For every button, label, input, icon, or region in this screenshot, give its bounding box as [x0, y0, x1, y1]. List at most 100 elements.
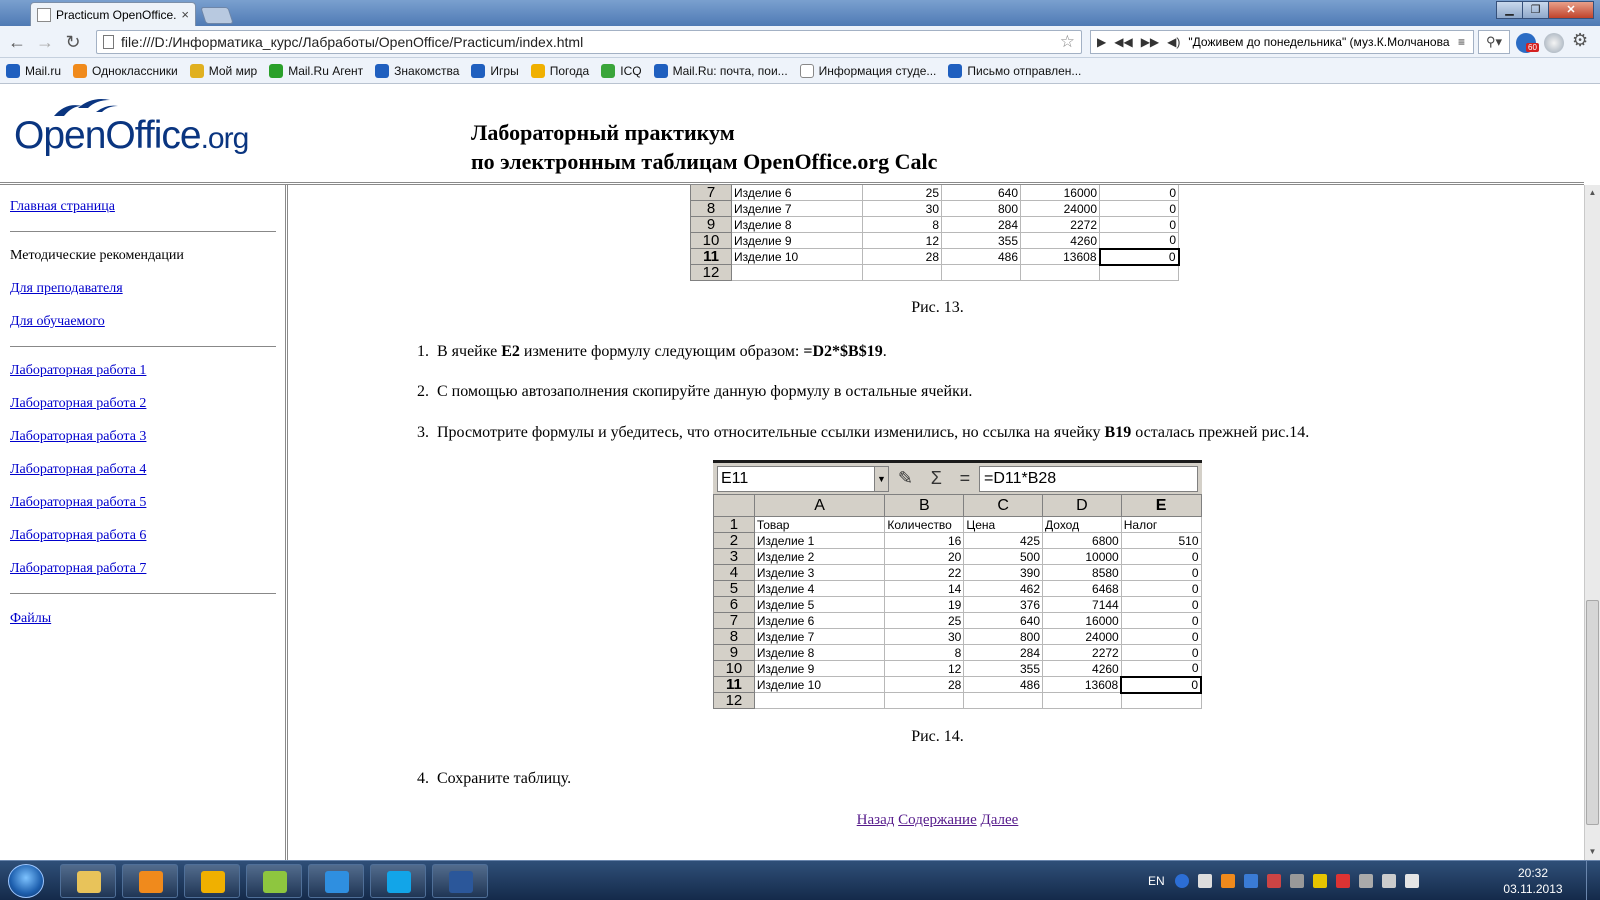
- row-header[interactable]: 2: [713, 532, 755, 549]
- sheet-cell[interactable]: [941, 264, 1021, 281]
- sheet-cell[interactable]: Цена: [963, 516, 1044, 533]
- row-header[interactable]: 10: [713, 660, 755, 677]
- sheet-cell[interactable]: 800: [941, 200, 1021, 217]
- forward-arrow-icon[interactable]: →: [34, 31, 56, 53]
- row-header[interactable]: 8: [690, 200, 732, 217]
- sidebar-item-lab-5[interactable]: Лабораторная работа 5: [10, 495, 146, 511]
- globe-extension-icon[interactable]: [1544, 33, 1564, 53]
- sheet-cell[interactable]: Изделие 9: [731, 232, 863, 249]
- sheet-cell[interactable]: 355: [963, 660, 1044, 677]
- formula-input[interactable]: =D11*B28: [979, 465, 1198, 492]
- sidebar-item-student[interactable]: Для обучаемого: [10, 314, 105, 330]
- bookmark-item[interactable]: Информация студе...: [799, 63, 936, 78]
- sheet-cell[interactable]: 0: [1098, 247, 1180, 266]
- column-header[interactable]: C: [963, 494, 1044, 517]
- sheet-cell[interactable]: Изделие 6: [731, 185, 863, 201]
- sheet-cell[interactable]: 22: [884, 564, 965, 581]
- reload-icon[interactable]: ↻: [62, 31, 84, 53]
- sheet-cell[interactable]: [862, 264, 942, 281]
- sheet-cell[interactable]: 25: [862, 185, 942, 201]
- sidebar-item-home[interactable]: Главная страница: [10, 199, 115, 215]
- row-header[interactable]: 10: [690, 232, 732, 249]
- sheet-cell[interactable]: 486: [941, 248, 1021, 265]
- sheet-cell[interactable]: [753, 692, 886, 709]
- clock[interactable]: 20:32 03.11.2013: [1498, 865, 1568, 897]
- sheet-cell[interactable]: Изделие 8: [753, 644, 886, 661]
- sheet-cell[interactable]: [1042, 692, 1122, 709]
- sidebar-item-lab-6[interactable]: Лабораторная работа 6: [10, 528, 146, 544]
- scroll-up-icon[interactable]: ▲: [1585, 185, 1600, 200]
- sheet-cell[interactable]: 8580: [1042, 564, 1122, 581]
- sheet-cell[interactable]: 0: [1099, 232, 1179, 249]
- device-icon[interactable]: [1266, 874, 1281, 888]
- pen-icon[interactable]: [1289, 874, 1304, 888]
- shield-icon[interactable]: [1312, 874, 1327, 888]
- sheet-cell[interactable]: 19: [884, 596, 965, 613]
- sidebar-item-teacher[interactable]: Для преподавателя: [10, 281, 123, 297]
- rewind-icon[interactable]: ◀◀: [1114, 31, 1132, 53]
- sheet-cell[interactable]: 16000: [1042, 612, 1122, 629]
- network-icon[interactable]: [1197, 874, 1212, 888]
- sidebar-item-files[interactable]: Файлы: [10, 611, 51, 627]
- sheet-cell[interactable]: 284: [963, 644, 1044, 661]
- row-header[interactable]: 5: [713, 580, 755, 597]
- sheet-cell[interactable]: Изделие 8: [731, 216, 863, 233]
- sheet-cell[interactable]: 16: [884, 532, 965, 549]
- row-header[interactable]: 6: [713, 596, 755, 613]
- row-header[interactable]: 9: [713, 644, 755, 661]
- sheet-cell[interactable]: 6800: [1042, 532, 1122, 549]
- bookmark-item[interactable]: Письмо отправлен...: [948, 63, 1081, 78]
- page-scrollbar[interactable]: ▲ ▼: [1584, 185, 1600, 860]
- taskbar-media-player-button[interactable]: [122, 864, 178, 898]
- bookmark-star-icon[interactable]: ☆: [1060, 31, 1075, 53]
- sheet-cell[interactable]: 25: [884, 612, 965, 629]
- chevron-down-icon[interactable]: ▼: [874, 466, 888, 491]
- sheet-cell[interactable]: 0: [1120, 564, 1202, 581]
- sheet-cell[interactable]: 0: [1120, 644, 1202, 661]
- sheet-cell[interactable]: 8: [862, 216, 942, 233]
- sheet-cell[interactable]: Изделие 7: [753, 628, 886, 645]
- bookmark-item[interactable]: Mail.Ru: почта, пои...: [653, 63, 788, 78]
- row-header[interactable]: 7: [713, 612, 755, 629]
- nav-back-link[interactable]: Назад: [857, 812, 895, 828]
- sheet-cell[interactable]: Изделие 5: [753, 596, 886, 613]
- sheet-cell[interactable]: Изделие 10: [731, 248, 863, 265]
- sheet-cell[interactable]: 510: [1120, 532, 1202, 549]
- sheet-cell[interactable]: 376: [963, 596, 1044, 613]
- bookmark-item[interactable]: Погода: [530, 63, 589, 78]
- sheet-cell[interactable]: Изделие 2: [753, 548, 886, 565]
- sheet-cell[interactable]: Налог: [1120, 516, 1202, 533]
- row-header[interactable]: 9: [690, 216, 732, 233]
- name-box[interactable]: E11 ▼: [717, 465, 889, 492]
- sheet-cell[interactable]: 28: [862, 248, 942, 265]
- sheet-cell[interactable]: 6468: [1042, 580, 1122, 597]
- sheet-cell[interactable]: 0: [1120, 580, 1202, 597]
- back-arrow-icon[interactable]: ←: [6, 31, 28, 53]
- restore-button[interactable]: ❐: [1522, 1, 1549, 19]
- sidebar-item-lab-2[interactable]: Лабораторная работа 2: [10, 396, 146, 412]
- sheet-cell[interactable]: Изделие 3: [753, 564, 886, 581]
- sheet-cell[interactable]: 4260: [1042, 660, 1122, 677]
- usb-icon[interactable]: [1358, 874, 1373, 888]
- sheet-cell[interactable]: [963, 692, 1044, 709]
- sheet-cell[interactable]: 462: [963, 580, 1044, 597]
- sheet-cell[interactable]: 355: [941, 232, 1021, 249]
- function-wizard-icon[interactable]: ✎: [898, 468, 913, 489]
- help-icon[interactable]: [1174, 874, 1189, 888]
- bookmark-item[interactable]: Одноклассники: [73, 63, 178, 78]
- sheet-cell[interactable]: [731, 264, 863, 281]
- sheet-cell[interactable]: 0: [1120, 628, 1202, 645]
- sidebar-item-lab-1[interactable]: Лабораторная работа 1: [10, 363, 146, 379]
- speaker-icon[interactable]: [1404, 874, 1419, 888]
- sheet-cell[interactable]: 30: [884, 628, 965, 645]
- sheet-cell[interactable]: Изделие 6: [753, 612, 886, 629]
- sheet-cell[interactable]: 12: [884, 660, 965, 677]
- sheet-cell[interactable]: Товар: [753, 516, 886, 533]
- taskbar-mail-agent-button[interactable]: [184, 864, 240, 898]
- column-header[interactable]: E: [1120, 494, 1202, 517]
- agent-icon[interactable]: [1220, 874, 1235, 888]
- tab-close-icon[interactable]: ×: [181, 7, 189, 22]
- sheet-cell[interactable]: 13608: [1020, 248, 1100, 265]
- sheet-cell[interactable]: 0: [1120, 612, 1202, 629]
- column-header[interactable]: D: [1042, 494, 1122, 517]
